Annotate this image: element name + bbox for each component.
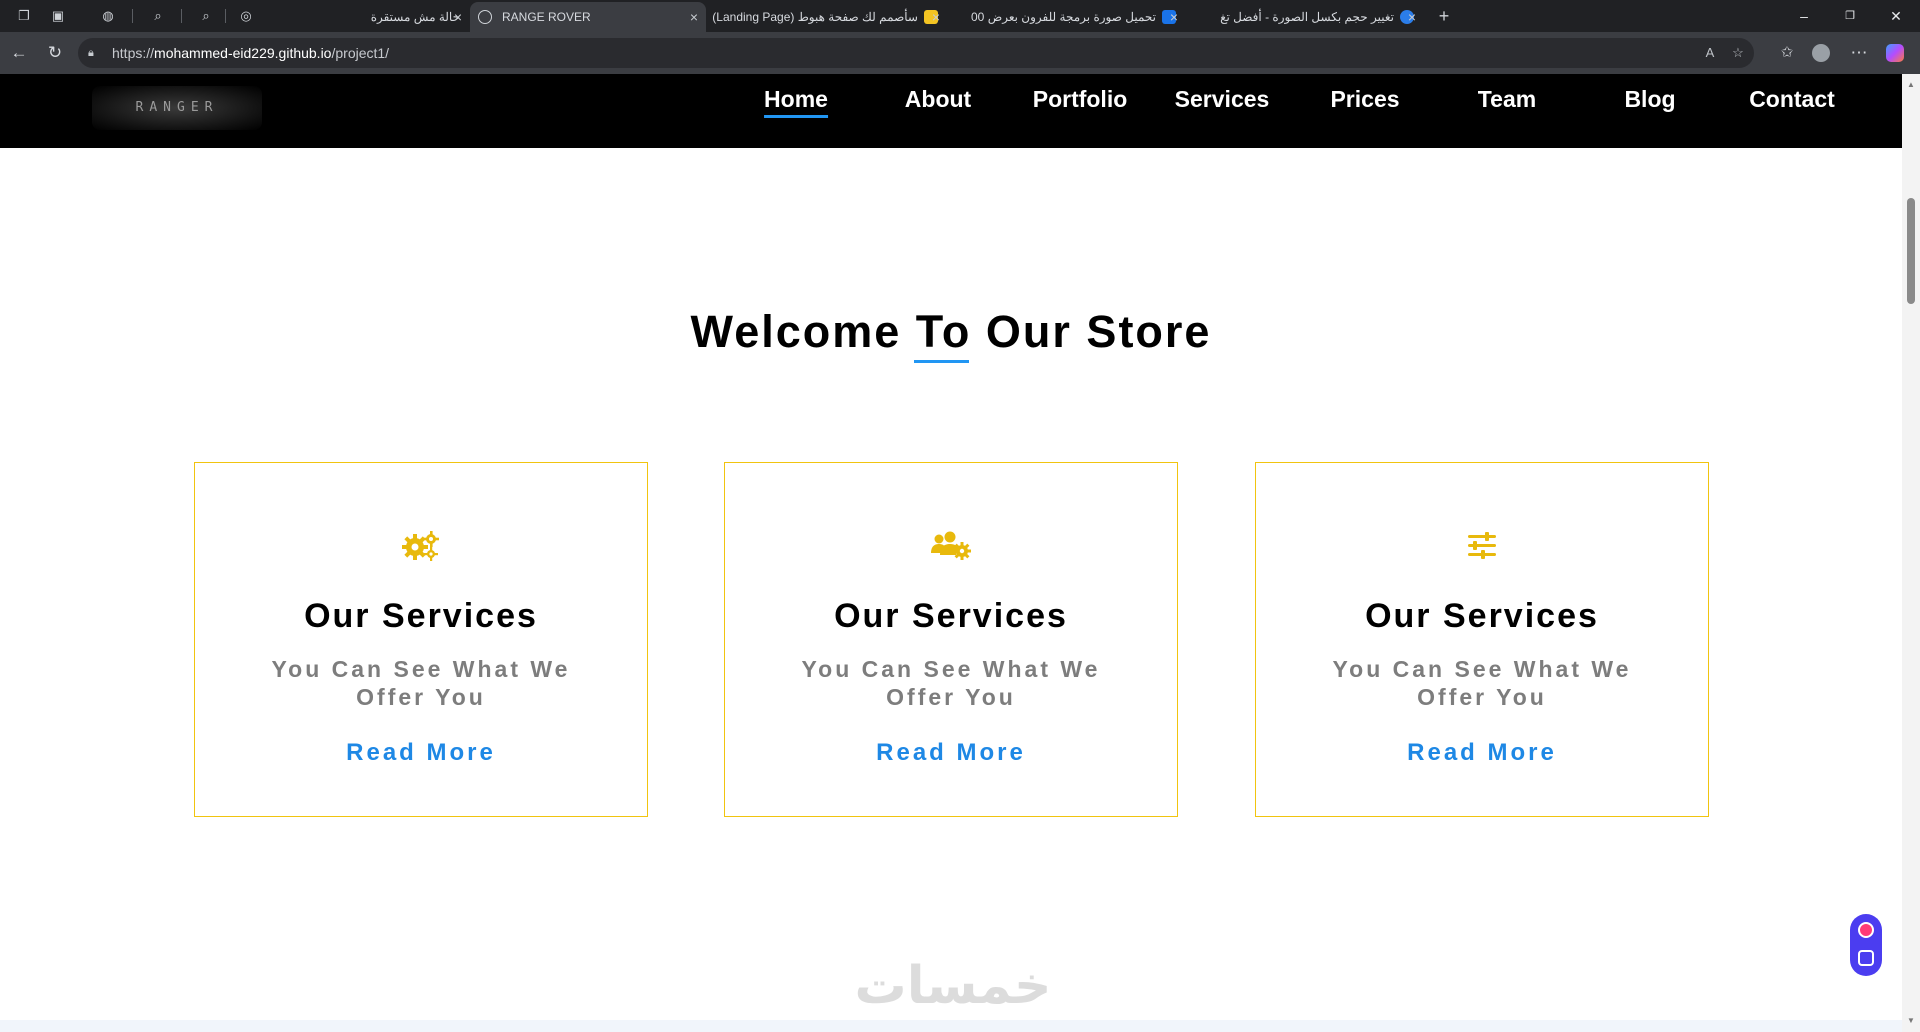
site-logo[interactable]: RANGER [92,86,262,130]
card-title: Our Services [1365,597,1599,635]
globe-icon[interactable]: ◍ [100,8,116,24]
read-more-link[interactable]: Read More [1256,739,1708,767]
copilot-icon[interactable] [1886,44,1904,62]
nav-about[interactable]: About [905,86,971,113]
read-more-link[interactable]: Read More [195,739,647,767]
users-cog-icon [725,529,1177,561]
scroll-thumb[interactable] [1907,198,1915,304]
read-more-link[interactable]: Read More [725,739,1177,767]
search-tab-icon-2[interactable]: ⌕ [198,8,214,24]
tab-4[interactable]: تغيير حجم بكسل الصورة - أفضل تغ × [1188,2,1424,32]
tab-3[interactable]: تحميل صورة برمجة للفرون بعرض 00 × [950,2,1186,32]
image-tools-icon[interactable] [1858,950,1874,966]
tab-separator [225,9,226,23]
read-aloud-icon[interactable]: A [1702,45,1718,61]
page-viewport: RANGER Home About Portfolio Services Pri… [0,74,1902,1032]
tab-1[interactable]: RANGE ROVER × [470,2,706,32]
card-text: You Can See What We Offer You [271,656,571,710]
search-tab-icon[interactable]: ⌕ [150,8,166,24]
workspaces-icon[interactable]: ❐ [16,8,32,24]
welcome-text-start: Welcome [690,306,916,357]
card-title: Our Services [304,597,538,635]
close-icon[interactable]: × [1168,10,1180,24]
assistant-icon[interactable] [1858,922,1874,938]
card-title: Our Services [834,597,1068,635]
profile-avatar-icon[interactable] [1812,44,1830,62]
restore-icon[interactable]: ❐ [1842,8,1858,24]
tab-title: RANGE ROVER [502,10,591,24]
gears-icon [195,529,647,561]
page-scrollbar[interactable]: ▲ ▼ [1902,74,1920,1032]
nav-blog[interactable]: Blog [1624,86,1675,113]
sliders-icon [1256,529,1708,561]
close-icon[interactable]: × [930,10,942,24]
address-bar[interactable]: 🔒︎ https://mohammed-eid229.github.io/pro… [78,38,1754,68]
card-text: You Can See What We Offer You [801,656,1101,710]
tab-actions-icon[interactable]: ▣ [50,8,66,24]
nav-services[interactable]: Services [1175,86,1270,113]
close-icon[interactable]: × [452,10,464,24]
pinned-tab-icon[interactable]: ◎ [238,8,254,24]
more-options-icon[interactable]: ⋯ [1850,44,1868,62]
tab-title: حالة مش مستقرة [370,10,460,24]
watermark-logo: خمسات [854,956,1052,1016]
service-card: Our Services You Can See What We Offer Y… [194,462,648,817]
url-text: https://mohammed-eid229.github.io/projec… [112,45,390,61]
nav-contact[interactable]: Contact [1749,86,1835,113]
tab-0[interactable]: حالة مش مستقرة × [262,2,470,32]
favorite-star-icon[interactable]: ☆ [1730,45,1746,61]
service-card: Our Services You Can See What We Offer Y… [1255,462,1709,817]
welcome-heading: Welcome To Our Store [0,306,1902,358]
globe-icon [478,10,492,24]
floating-widget[interactable] [1850,914,1882,976]
welcome-text-end: Our Store [971,306,1212,357]
new-tab-icon[interactable]: + [1436,7,1452,25]
tab-title: تغيير حجم بكسل الصورة - أفضل تغ [1220,10,1394,24]
tab-title: سأصمم لك صفحة هبوط (Landing Page) [712,10,918,24]
browser-tab-bar: ❐ ▣ ◍ ⌕ ⌕ ◎ حالة مش مستقرة × RANGE ROVER… [0,0,1920,32]
nav-prices[interactable]: Prices [1330,86,1399,113]
scroll-down-icon[interactable]: ▼ [1906,1016,1916,1026]
nav-portfolio[interactable]: Portfolio [1033,86,1128,113]
welcome-text-underlined: To [915,306,972,357]
nav-home[interactable]: Home [764,86,828,118]
minimize-icon[interactable]: – [1796,8,1812,24]
close-icon[interactable]: × [1406,10,1418,24]
back-icon[interactable]: ← [10,44,28,62]
site-navbar: RANGER Home About Portfolio Services Pri… [0,74,1902,148]
tab-2[interactable]: سأصمم لك صفحة هبوط (Landing Page) × [712,2,948,32]
browser-toolbar: ← ↻ 🔒︎ https://mohammed-eid229.github.io… [0,32,1920,74]
window-close-icon[interactable]: ✕ [1888,8,1904,24]
scroll-up-icon[interactable]: ▲ [1906,80,1916,90]
favorites-icon[interactable]: ✩ [1778,44,1796,62]
refresh-icon[interactable]: ↻ [46,44,64,62]
tab-separator [132,9,133,23]
nav-team[interactable]: Team [1478,86,1536,113]
close-icon[interactable]: × [688,10,700,24]
tab-separator [181,9,182,23]
lock-icon: 🔒︎ [88,47,94,59]
page-bottom-strip [0,1020,1902,1032]
tab-title: تحميل صورة برمجة للفرون بعرض 00 [971,10,1156,24]
card-text: You Can See What We Offer You [1332,656,1632,710]
service-card: Our Services You Can See What We Offer Y… [724,462,1178,817]
